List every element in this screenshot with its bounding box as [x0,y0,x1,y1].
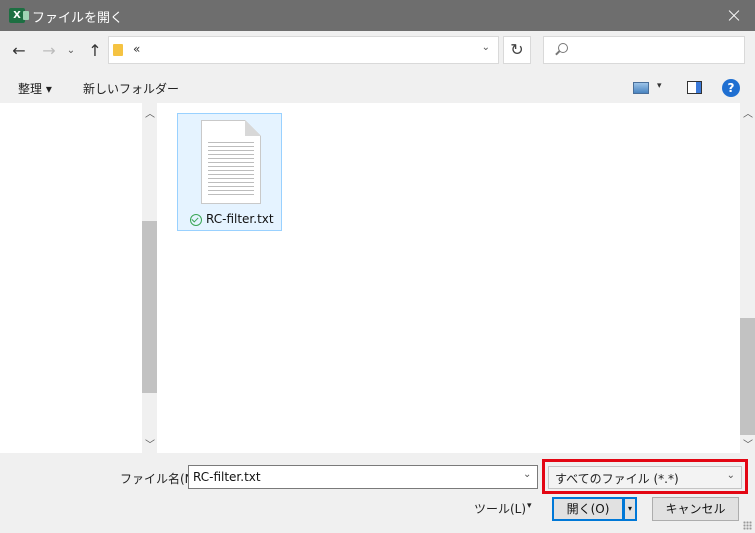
file-list-view[interactable]: RC-filter.txt [157,103,740,453]
text-file-icon [201,120,261,204]
file-open-dialog: X ファイルを開く ← → ⌄ ↑ « ⌄ ↻ 整理 ▾ 新しいフォルダー ▾ … [0,0,755,533]
scroll-down-icon[interactable]: ﹀ [145,436,155,451]
sync-status-icon [190,214,202,226]
up-button[interactable]: ↑ [84,38,106,64]
file-name-label: RC-filter.txt [206,212,274,226]
folder-icon [113,44,123,56]
file-type-value: すべてのファイル (*.*) [555,472,679,486]
file-item[interactable]: RC-filter.txt [177,113,282,231]
file-list-scrollbar[interactable]: ︿ ﹀ [740,103,755,453]
scrollbar-thumb[interactable] [740,318,755,435]
recent-locations-button[interactable]: ⌄ [64,38,78,64]
filename-history-dropdown-icon[interactable]: ⌄ [523,469,531,480]
new-folder-button[interactable]: 新しいフォルダー [83,80,179,97]
address-bar[interactable]: « ⌄ [108,36,499,64]
excel-icon: X [9,8,29,23]
scrollbar-thumb[interactable] [142,221,157,393]
back-button[interactable]: ← [8,38,30,64]
search-icon [558,43,568,53]
scroll-up-icon[interactable]: ︿ [743,105,753,120]
file-type-select[interactable]: すべてのファイル (*.*) ⌄ [548,466,742,489]
address-breadcrumb[interactable]: « [133,42,140,56]
window-title: ファイルを開く [32,11,124,26]
navigation-pane[interactable] [0,103,142,453]
organize-button[interactable]: 整理 ▾ [18,80,52,97]
open-button[interactable]: 開く(O) [552,497,624,521]
navigation-pane-scrollbar[interactable]: ︿ ﹀ [142,103,157,453]
title-bar: X ファイルを開く [0,0,755,31]
scroll-up-icon[interactable]: ︿ [145,105,155,120]
help-icon[interactable]: ? [722,79,740,97]
search-input[interactable] [543,36,745,64]
address-dropdown-icon[interactable]: ⌄ [482,42,490,53]
close-button[interactable] [711,0,755,31]
refresh-button[interactable]: ↻ [503,36,531,64]
resize-grip-icon[interactable] [743,521,752,530]
tools-button[interactable]: ツール(L) [474,500,526,517]
preview-pane-icon[interactable] [687,81,702,94]
tools-dropdown-icon[interactable]: ▾ [527,501,532,511]
cancel-button[interactable]: キャンセル [652,497,739,521]
scroll-down-icon[interactable]: ﹀ [743,436,753,451]
view-options-dropdown-icon[interactable]: ▾ [657,81,662,91]
change-view-icon[interactable] [633,82,649,94]
chevron-down-icon: ⌄ [726,470,735,481]
filename-input[interactable] [188,465,538,489]
open-options-dropdown-button[interactable]: ▾ [624,497,637,521]
forward-button[interactable]: → [38,38,60,64]
